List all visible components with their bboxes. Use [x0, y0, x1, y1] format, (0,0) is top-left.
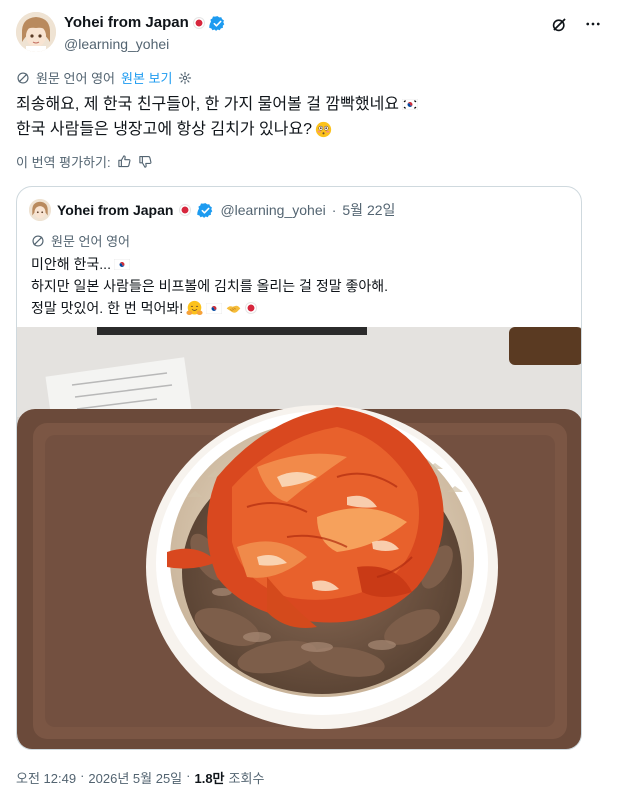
quoted-tweet-card[interactable]: Yohei from Japan @learning_yohei · 5월 22…: [16, 186, 582, 750]
hugging-face-icon: [186, 300, 203, 315]
tweet-line-2: 한국 사람들은 냉장고에 항상 김치가 있나요?: [16, 121, 313, 138]
quoted-handle: @learning_yohei: [220, 202, 326, 218]
tweet-text: 죄송해요, 제 한국 친구들아, 한 가지 물어볼 걸 깜빡했네요 한국 사람들…: [16, 92, 606, 142]
quoted-tweet-text: 미안해 한국... 하지만 일본 사람들은 비프볼에 김치를 올리는 걸 정말 …: [31, 253, 388, 319]
quoted-line-1: 미안해 한국...: [31, 256, 111, 272]
footer-separator: ·: [186, 768, 191, 783]
tweet-line-1: 죄송해요, 제 한국 친구들아, 한 가지 물어볼 걸 깜빡했네요: [16, 96, 400, 113]
japan-flag-icon: [245, 302, 258, 314]
avatar[interactable]: [16, 12, 56, 52]
handshake-icon: [226, 305, 241, 313]
thumbs-down-icon[interactable]: [138, 154, 153, 169]
quoted-translation-bar: 원문 언어 영어: [31, 231, 130, 250]
beef-bowl-kimchi-photo[interactable]: [17, 327, 581, 749]
footer-separator: ·: [80, 768, 85, 783]
post-time[interactable]: 오전 12:49: [16, 768, 76, 787]
author-block: Yohei from Japan @learning_yohei: [64, 13, 226, 54]
top-actions: [549, 14, 603, 34]
rate-translation-row: 이 번역 평가하기:: [16, 152, 153, 171]
quoted-tweet-header: Yohei from Japan @learning_yohei · 5월 22…: [29, 199, 395, 221]
tweet-meta-footer: 오전 12:49 · 2026년 5월 25일 · 1.8만 조회수: [16, 768, 264, 787]
translate-icon: [17, 71, 29, 84]
japan-flag-icon: [179, 204, 192, 216]
korea-flag-icon: [113, 258, 130, 270]
quoted-avatar: [29, 199, 51, 221]
korea-flag-icon: [402, 99, 419, 110]
flushed-face-icon: [315, 121, 332, 138]
author-display-name[interactable]: Yohei from Japan: [64, 13, 189, 33]
quoted-line-2: 하지만 일본 사람들은 비프볼에 김치를 올리는 걸 정말 좋아해.: [31, 278, 389, 294]
translation-bar: 원문 언어 영어 원본 보기: [16, 68, 192, 87]
view-count-label: 조회수: [228, 771, 265, 786]
verified-badge-icon: [209, 15, 225, 31]
grok-icon[interactable]: [549, 14, 569, 34]
settings-gear-icon[interactable]: [178, 71, 192, 85]
rate-translation-label: 이 번역 평가하기:: [16, 155, 111, 170]
view-count: 1.8만: [194, 771, 225, 786]
tweet-header: Yohei from Japan @learning_yohei: [14, 10, 617, 56]
quoted-date: 5월 22일: [342, 202, 396, 218]
thumbs-up-icon[interactable]: [117, 154, 132, 169]
post-date[interactable]: 2026년 5월 25일: [88, 768, 182, 787]
translation-source-language: 원문 언어 영어: [36, 71, 115, 86]
author-handle[interactable]: @learning_yohei: [64, 34, 226, 54]
quoted-source-language: 원문 언어 영어: [51, 234, 130, 249]
translate-icon: [32, 234, 44, 247]
korea-flag-icon: [206, 302, 223, 314]
verified-badge-icon: [197, 202, 213, 218]
quoted-line-3: 정말 맛있어. 한 번 먹어봐!: [31, 300, 184, 316]
quoted-display-name: Yohei from Japan: [57, 202, 174, 218]
show-original-link[interactable]: 원본 보기: [121, 68, 172, 87]
japan-flag-icon: [192, 17, 205, 29]
quoted-separator: ·: [331, 202, 337, 218]
more-icon[interactable]: [583, 14, 603, 34]
